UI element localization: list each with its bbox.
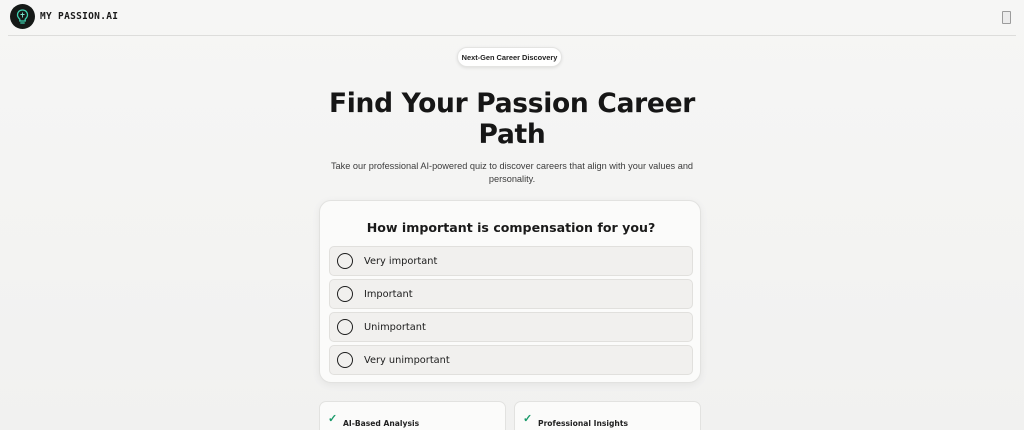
quiz-option-unimportant[interactable]: Unimportant (329, 312, 693, 342)
menu-icon[interactable] (1002, 11, 1011, 24)
top-nav: MY PASSION.AI (0, 0, 1024, 36)
option-label: Unimportant (364, 321, 426, 333)
quiz-option-very-unimportant[interactable]: Very unimportant (329, 345, 693, 375)
quiz-option-important[interactable]: Important (329, 279, 693, 309)
feature-card-ai-analysis: ✓ AI-Based Analysis (319, 401, 506, 430)
hero-badge: Next-Gen Career Discovery (457, 47, 562, 67)
brand-name: MY PASSION.AI (40, 11, 119, 22)
check-icon: ✓ (523, 413, 533, 425)
brain-lightbulb-icon (10, 4, 35, 29)
quiz-option-very-important[interactable]: Very important (329, 246, 693, 276)
option-label: Very unimportant (364, 354, 450, 366)
radio-icon[interactable] (337, 286, 353, 302)
page-title: Find Your Passion Career Path (328, 88, 696, 150)
quiz-question: How important is compensation for you? (366, 220, 656, 235)
option-label: Very important (364, 255, 438, 267)
feature-label: Professional Insights (538, 419, 628, 428)
feature-label: AI-Based Analysis (343, 419, 420, 428)
feature-card-professional-insights: ✓ Professional Insights (514, 401, 701, 430)
page-subtitle: Take our professional AI-powered quiz to… (330, 161, 694, 184)
radio-icon[interactable] (337, 253, 353, 269)
radio-icon[interactable] (337, 352, 353, 368)
option-label: Important (364, 288, 413, 300)
page: MY PASSION.AI Next-Gen Career Discovery … (0, 0, 1024, 430)
radio-icon[interactable] (337, 319, 353, 335)
brand-logo-link[interactable]: MY PASSION.AI (10, 4, 118, 29)
header-divider (8, 35, 1016, 36)
check-icon: ✓ (328, 413, 338, 425)
quiz-card: How important is compensation for you? V… (319, 200, 701, 383)
